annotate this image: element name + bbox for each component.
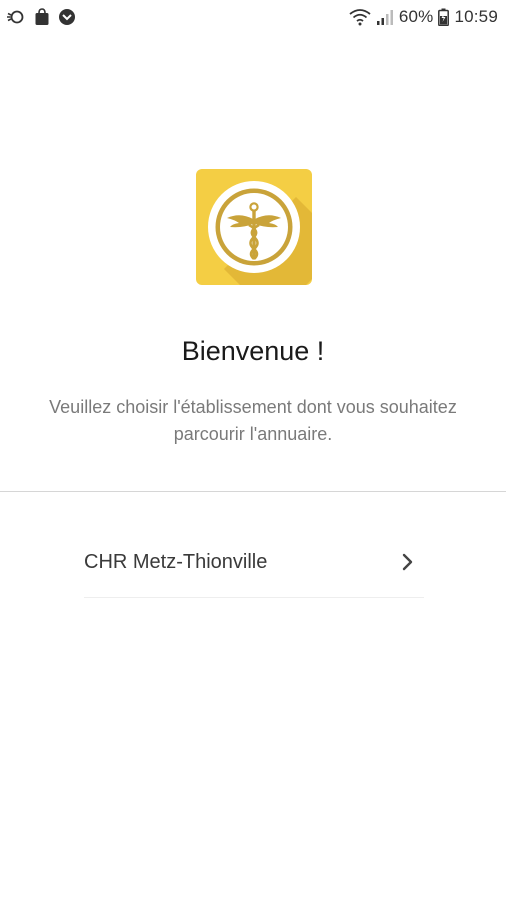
shopping-bag-icon: [34, 7, 50, 27]
battery-percent: 60%: [398, 7, 434, 26]
screen: 60% 10:59 Bienvenue ! Veuillez choisir l…: [0, 0, 506, 900]
chevron-right-icon: [398, 552, 418, 572]
clock: 10:59: [454, 7, 498, 26]
wifi-icon: [349, 7, 371, 27]
section-divider: [0, 491, 506, 492]
sync-off-icon: [6, 7, 26, 27]
caduceus-icon: [196, 169, 312, 285]
welcome-title: Bienvenue !: [181, 336, 325, 366]
app-notification-icon: [58, 7, 76, 27]
establishment-label: CHR Metz-Thionville: [84, 550, 268, 573]
app-logo: [196, 169, 312, 285]
welcome-subtitle: Veuillez choisir l'établissement dont vo…: [49, 397, 457, 444]
battery-icon: [438, 7, 450, 27]
list-divider: [84, 597, 424, 598]
establishment-item[interactable]: CHR Metz-Thionville: [84, 528, 424, 596]
signal-icon: [376, 7, 394, 27]
status-right: 60% 10:59: [349, 7, 498, 27]
status-left: [6, 7, 76, 27]
status-bar: 60% 10:59: [0, 0, 506, 34]
